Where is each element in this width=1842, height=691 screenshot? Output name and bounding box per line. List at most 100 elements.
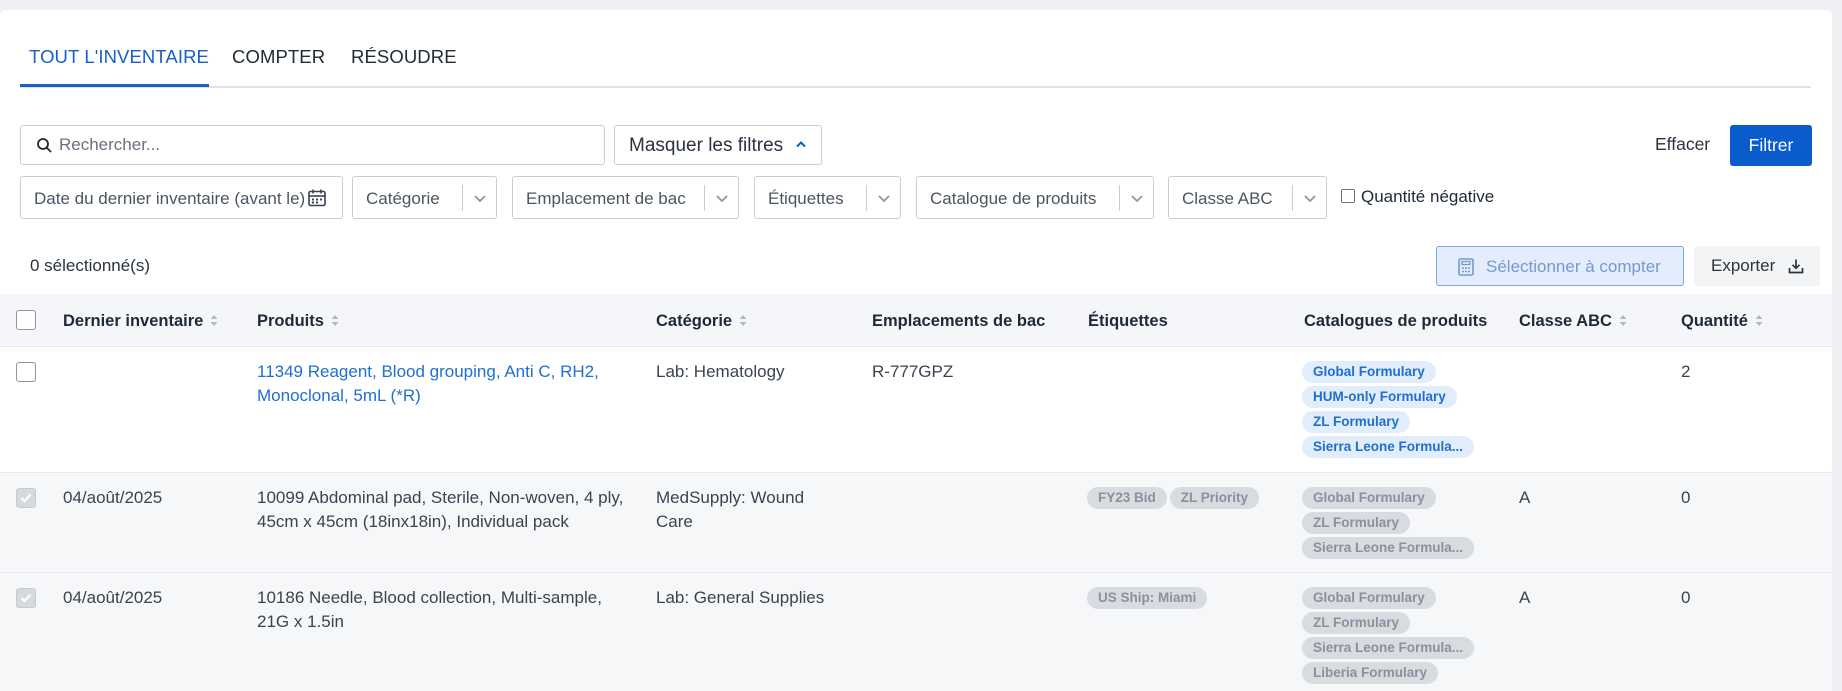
category-cell: Lab: Hematology [656, 360, 785, 384]
bin-location-select-label: Emplacement de bac [526, 189, 686, 208]
tag-chips: US Ship: Miami [1087, 587, 1210, 612]
calendar-icon [308, 189, 326, 207]
checkmark-icon [20, 493, 32, 503]
tab-all-inventory[interactable]: TOUT L'INVENTAIRE [29, 46, 209, 68]
last-inventory-cell: 04/août/2025 [63, 488, 163, 507]
filter-button[interactable]: Filtrer [1730, 125, 1812, 166]
sort-icon [1755, 315, 1763, 326]
column-header-bin-locations: Emplacements de bac [872, 312, 1046, 330]
abc-class-select[interactable]: Classe ABC [1168, 176, 1327, 219]
catalog-chips: Global Formulary ZL Formulary Sierra Leo… [1302, 487, 1475, 562]
select-to-count-label: Sélectionner à compter [1486, 257, 1661, 276]
column-header-tags: Étiquettes [1088, 312, 1168, 330]
negative-quantity-checkbox[interactable] [1341, 189, 1355, 203]
catalog-chips: Global Formulary ZL Formulary Sierra Leo… [1302, 587, 1475, 687]
category-cell: Lab: General Supplies [656, 586, 824, 610]
catalog-chips: Global Formulary HUM-only Formulary ZL F… [1302, 361, 1475, 461]
column-header-label: Quantité [1681, 312, 1748, 330]
tags-select-label: Étiquettes [768, 189, 844, 208]
product-cell: 10099 Abdominal pad, Sterile, Non-woven,… [257, 486, 623, 534]
download-icon [1788, 259, 1804, 274]
catalog-chip: Global Formulary [1302, 487, 1436, 509]
catalog-chip: ZL Formulary [1302, 612, 1411, 634]
last-inventory-date-placeholder: Date du dernier inventaire (avant le) [34, 189, 306, 208]
product-name-line: 10186 Needle, Blood collection, Multi-sa… [257, 588, 602, 607]
product-link[interactable]: 11349 Reagent, Blood grouping, Anti C, R… [257, 360, 599, 408]
quantity-cell: 0 [1681, 488, 1691, 507]
column-header-products[interactable]: Produits [257, 312, 339, 331]
column-header-last-inventory[interactable]: Dernier inventaire [63, 312, 218, 331]
chevron-up-icon [796, 141, 806, 148]
category-line: Care [656, 512, 693, 531]
clear-button[interactable]: Effacer [1655, 134, 1710, 155]
catalog-chip: Sierra Leone Formula... [1302, 537, 1475, 559]
catalog-chip: Liberia Formulary [1302, 662, 1439, 684]
row-checkbox[interactable] [16, 488, 36, 508]
table-row: 04/août/2025 10186 Needle, Blood collect… [0, 572, 1832, 691]
abc-class-cell: A [1519, 488, 1531, 507]
category-line: MedSupply: Wound [656, 488, 805, 507]
table-row: 11349 Reagent, Blood grouping, Anti C, R… [0, 346, 1832, 472]
product-name-line: 11349 Reagent, Blood grouping, Anti C, R… [257, 362, 599, 381]
catalog-chip: Sierra Leone Formula... [1302, 637, 1475, 659]
product-name-line: 45cm x 45cm (18inx18in), Individual pack [257, 512, 569, 531]
checkmark-icon [20, 593, 32, 603]
search-box [20, 125, 605, 165]
bin-location-cell: R-777GPZ [872, 362, 954, 381]
bin-location-select[interactable]: Emplacement de bac [512, 176, 739, 219]
calculator-icon [1458, 258, 1474, 276]
select-separator [704, 185, 705, 211]
active-tab-indicator [20, 84, 209, 87]
category-cell: MedSupply: Wound Care [656, 486, 804, 534]
table-header: Dernier inventaire Produits Catégorie Em… [0, 294, 1832, 346]
product-catalog-select[interactable]: Catalogue de produits [916, 176, 1154, 219]
select-separator [462, 185, 463, 211]
search-icon [37, 138, 52, 153]
catalog-chip: ZL Formulary [1302, 411, 1411, 433]
select-separator [1119, 185, 1120, 211]
catalog-chip: ZL Formulary [1302, 512, 1411, 534]
column-header-product-catalogs: Catalogues de produits [1304, 312, 1488, 330]
column-header-label: Classe ABC [1519, 312, 1612, 330]
catalog-chip: Sierra Leone Formula... [1302, 436, 1475, 458]
tag-chip: ZL Priority [1169, 487, 1260, 509]
export-button[interactable]: Exporter [1694, 246, 1820, 286]
hide-filters-button[interactable]: Masquer les filtres [614, 125, 822, 165]
category-line: Lab: Hematology [656, 362, 785, 381]
column-header-abc-class[interactable]: Classe ABC [1519, 312, 1627, 331]
catalog-chip: HUM-only Formulary [1302, 386, 1457, 408]
sort-icon [739, 315, 747, 326]
chevron-down-icon [1131, 195, 1143, 203]
product-name-line: 10099 Abdominal pad, Sterile, Non-woven,… [257, 488, 624, 507]
tab-resolve[interactable]: RÉSOUDRE [351, 46, 457, 68]
select-all-checkbox[interactable] [16, 310, 36, 330]
sort-icon [1619, 315, 1627, 326]
last-inventory-date-field[interactable]: Date du dernier inventaire (avant le) [20, 176, 343, 219]
select-to-count-button[interactable]: Sélectionner à compter [1436, 246, 1684, 286]
row-checkbox[interactable] [16, 362, 36, 382]
chevron-down-icon [1304, 195, 1316, 203]
catalog-chip: Global Formulary [1302, 587, 1436, 609]
row-checkbox[interactable] [16, 588, 36, 608]
tab-bar: TOUT L'INVENTAIRE COMPTER RÉSOUDRE [20, 36, 1811, 88]
sort-icon [210, 315, 218, 326]
tab-count[interactable]: COMPTER [232, 46, 325, 68]
select-separator [1292, 185, 1293, 211]
product-cell: 10186 Needle, Blood collection, Multi-sa… [257, 586, 602, 634]
category-line: Lab: General Supplies [656, 588, 825, 607]
category-select-label: Catégorie [366, 189, 440, 208]
negative-quantity-label: Quantité négative [1361, 187, 1495, 206]
column-header-category[interactable]: Catégorie [656, 312, 747, 331]
category-select[interactable]: Catégorie [352, 176, 497, 219]
search-input[interactable] [59, 126, 589, 164]
selected-count: 0 sélectionné(s) [30, 256, 151, 275]
abc-class-cell: A [1519, 588, 1531, 607]
quantity-cell: 2 [1681, 362, 1691, 381]
export-label: Exporter [1711, 256, 1776, 275]
select-separator [866, 185, 867, 211]
abc-class-select-label: Classe ABC [1182, 189, 1273, 208]
column-header-quantity[interactable]: Quantité [1681, 312, 1763, 331]
tag-chip: US Ship: Miami [1087, 587, 1208, 609]
last-inventory-cell: 04/août/2025 [63, 588, 163, 607]
tags-select[interactable]: Étiquettes [754, 176, 901, 219]
